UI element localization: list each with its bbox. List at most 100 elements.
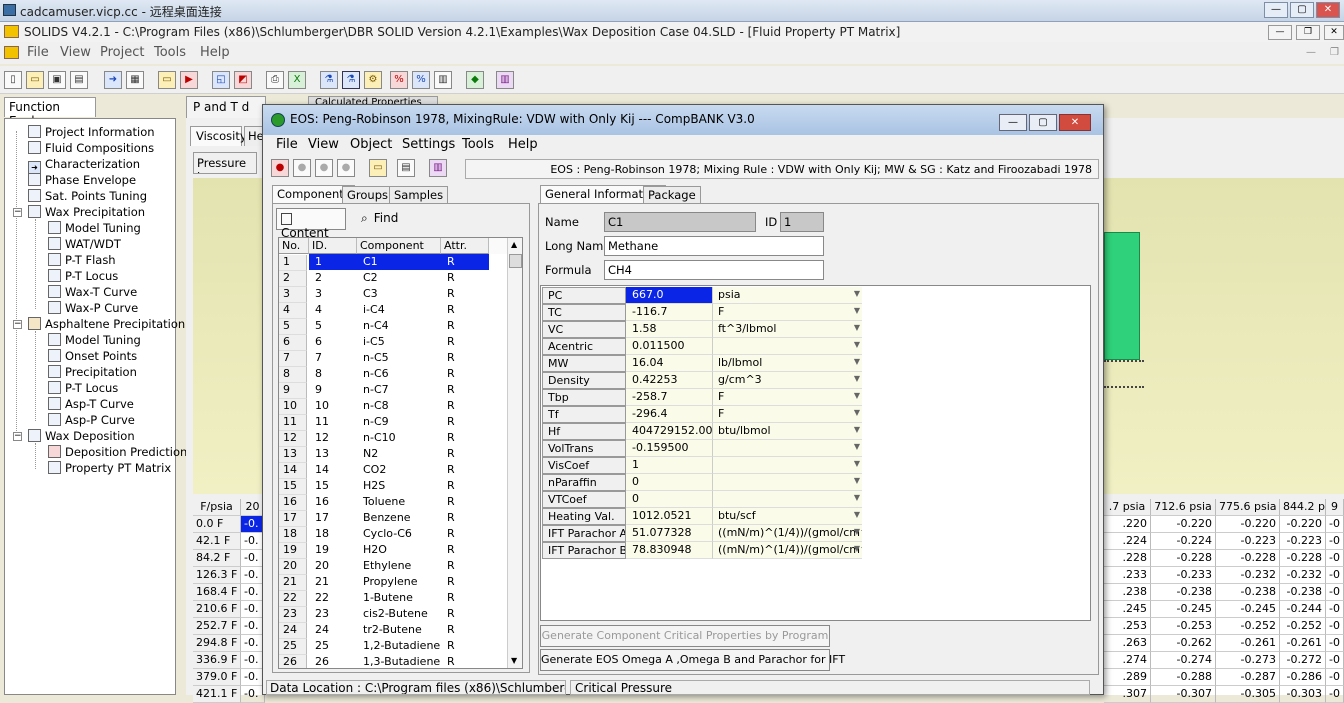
component-row[interactable]: 8 8 n-C6 R: [279, 366, 489, 383]
property-unit[interactable]: F ▼: [712, 406, 862, 423]
components-grid[interactable]: No. ID. Component Attr. 1 1 C1 R 2 2 C2 R 3 3 C3 R 4…: [278, 237, 523, 669]
grid-cell[interactable]: -0.245: [1151, 601, 1216, 618]
collapse-icon[interactable]: −: [13, 432, 22, 441]
percent-icon[interactable]: %: [390, 71, 408, 89]
property-value[interactable]: 1012.0521: [626, 508, 712, 525]
folder-icon[interactable]: ▭: [158, 71, 176, 89]
app-close-button[interactable]: ✕: [1324, 25, 1344, 40]
property-unit[interactable]: F ▼: [712, 304, 862, 321]
property-row[interactable]: IFT Parachor B 78.830948 ((mN/m)^(1/4))/(g…: [542, 542, 862, 559]
component-row[interactable]: 6 6 i-C5 R: [279, 334, 489, 351]
name-field[interactable]: C1: [604, 212, 756, 232]
dropdown-arrow-icon[interactable]: ▼: [854, 323, 860, 332]
dropdown-arrow-icon[interactable]: ▼: [854, 357, 860, 366]
dlg-menu-file[interactable]: File: [276, 137, 298, 152]
tree-wax-pt-locus[interactable]: P-T Locus: [48, 269, 118, 285]
copy-component-icon[interactable]: ●: [337, 159, 355, 177]
component-row[interactable]: 11 11 n-C9 R: [279, 414, 489, 431]
grid-cell[interactable]: -0.286: [1280, 669, 1326, 686]
tree-asp-pt-locus[interactable]: P-T Locus: [48, 381, 118, 397]
property-unit[interactable]: g/cm^3 ▼: [712, 372, 862, 389]
tab-package[interactable]: Package: [643, 186, 701, 204]
property-unit[interactable]: ▼: [712, 474, 862, 491]
chart-icon[interactable]: ◱: [212, 71, 230, 89]
tree-asp-p-curve[interactable]: Asp-P Curve: [48, 413, 135, 429]
generate-critical-button[interactable]: Generate Component Critical Properties b…: [540, 625, 830, 647]
grid-cell[interactable]: -0: [1326, 584, 1344, 601]
grid-cell[interactable]: -0.238: [1216, 584, 1280, 601]
property-row[interactable]: IFT Parachor A 51.077328 ((mN/m)^(1/4))/(g…: [542, 525, 862, 542]
grid-cell[interactable]: -0: [1326, 550, 1344, 567]
tree-wax-model-tuning[interactable]: Model Tuning: [48, 221, 141, 237]
property-row[interactable]: Density 0.42253 g/cm^3 ▼: [542, 372, 862, 389]
dialog-maximize-button[interactable]: ▢: [1029, 114, 1057, 131]
dropdown-arrow-icon[interactable]: ▼: [854, 527, 860, 536]
dropdown-arrow-icon[interactable]: ▼: [854, 442, 860, 451]
dropdown-arrow-icon[interactable]: ▼: [854, 391, 860, 400]
tree-wax-p-curve[interactable]: Wax-P Curve: [48, 301, 138, 317]
property-unit[interactable]: ▼: [712, 491, 862, 508]
grid-cell[interactable]: .245: [1104, 601, 1151, 618]
dlg-menu-help[interactable]: Help: [508, 137, 538, 152]
tree-wax-precipitation[interactable]: − Wax Precipitation: [13, 205, 145, 221]
grid-cell[interactable]: -0.238: [1151, 584, 1216, 601]
tuning-tool-icon[interactable]: ⚙: [364, 71, 382, 89]
settings-icon[interactable]: ▤: [397, 159, 415, 177]
property-unit[interactable]: lb/lbmol ▼: [712, 355, 862, 372]
grid-cell[interactable]: .228: [1104, 550, 1151, 567]
property-value[interactable]: 404729152.000: [626, 423, 719, 440]
dropdown-arrow-icon[interactable]: ▼: [854, 374, 860, 383]
grid-cell[interactable]: -0.224: [1151, 533, 1216, 550]
matrix-icon[interactable]: ▥: [434, 71, 452, 89]
save-icon[interactable]: ▣: [48, 71, 66, 89]
property-value[interactable]: 0: [626, 474, 712, 491]
grid-cell[interactable]: -0.223: [1216, 533, 1280, 550]
property-unit[interactable]: btu/lbmol ▼: [712, 423, 862, 440]
property-unit[interactable]: ▼: [712, 338, 862, 355]
property-value[interactable]: -296.4: [626, 406, 712, 423]
dropdown-arrow-icon[interactable]: ▼: [854, 306, 860, 315]
grid-cell[interactable]: -0.220: [1280, 516, 1326, 533]
property-value[interactable]: 1.58: [626, 321, 712, 338]
dropdown-arrow-icon[interactable]: ▼: [854, 425, 860, 434]
menu-project[interactable]: Project: [100, 45, 144, 60]
grid-cell[interactable]: -0.232: [1280, 567, 1326, 584]
dropdown-arrow-icon[interactable]: ▼: [854, 510, 860, 519]
property-value[interactable]: 667.0: [626, 287, 712, 304]
grid-cell[interactable]: -0.261: [1216, 635, 1280, 652]
tab-heat[interactable]: He: [244, 126, 264, 146]
dropdown-arrow-icon[interactable]: ▼: [854, 544, 860, 553]
property-row[interactable]: VC 1.58 ft^3/lbmol ▼: [542, 321, 862, 338]
component-row[interactable]: 17 17 Benzene R: [279, 510, 489, 527]
component-row[interactable]: 18 18 Cyclo-C6 R: [279, 526, 489, 543]
grid-cell[interactable]: -0: [1326, 533, 1344, 550]
property-value[interactable]: -0.159500: [626, 440, 712, 457]
formula-field[interactable]: CH4: [604, 260, 824, 280]
menu-view[interactable]: View: [60, 45, 91, 60]
collapse-icon[interactable]: −: [13, 320, 22, 329]
dlg-menu-view[interactable]: View: [308, 137, 339, 152]
property-row[interactable]: nParaffin 0 ▼: [542, 474, 862, 491]
grid-cell[interactable]: -0: [1326, 516, 1344, 533]
excel-icon[interactable]: X: [288, 71, 306, 89]
property-value[interactable]: 0.011500: [626, 338, 712, 355]
property-row[interactable]: Hf 404729152.000 btu/lbmol ▼: [542, 423, 862, 440]
mdi-minimize-button[interactable]: —: [1306, 47, 1316, 58]
tree-precipitation[interactable]: Precipitation: [48, 365, 137, 381]
percent-alt-icon[interactable]: %: [412, 71, 430, 89]
property-row[interactable]: VisCoef 1 ▼: [542, 457, 862, 474]
grid-cell[interactable]: -0.228: [1280, 550, 1326, 567]
run-icon[interactable]: ➜: [104, 71, 122, 89]
property-unit[interactable]: F ▼: [712, 389, 862, 406]
property-unit[interactable]: ▼: [712, 457, 862, 474]
menu-file[interactable]: File: [27, 45, 49, 60]
property-value[interactable]: 1: [626, 457, 712, 474]
grid-cell[interactable]: -0.273: [1216, 652, 1280, 669]
component-row[interactable]: 20 20 Ethylene R: [279, 558, 489, 575]
component-row[interactable]: 15 15 H2S R: [279, 478, 489, 495]
property-row[interactable]: Tf -296.4 F ▼: [542, 406, 862, 423]
components-scrollbar[interactable]: ▲ ▼: [507, 238, 522, 668]
property-unit[interactable]: ((mN/m)^(1/4))/(gmol/cm^3)▼: [712, 542, 862, 559]
component-row[interactable]: 5 5 n-C4 R: [279, 318, 489, 335]
grid-cell[interactable]: -0: [1326, 635, 1344, 652]
